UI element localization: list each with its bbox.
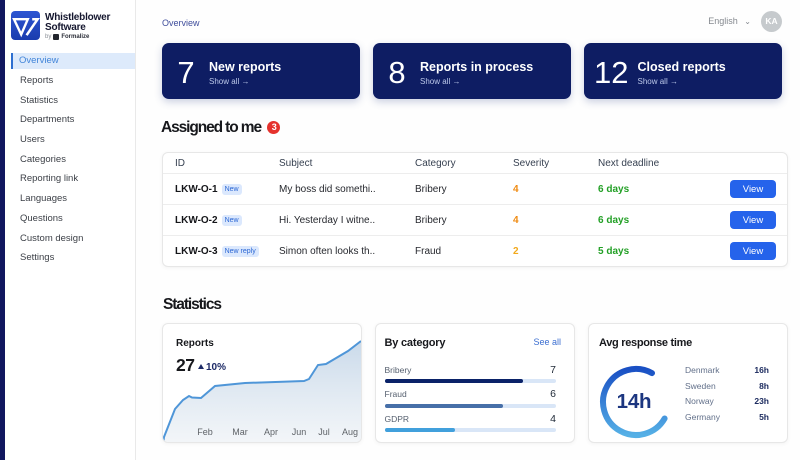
svg-text:Mar: Mar <box>232 427 248 437</box>
svg-text:Apr: Apr <box>264 427 278 437</box>
svg-text:Feb: Feb <box>197 427 213 437</box>
svg-text:Aug: Aug <box>342 427 358 437</box>
svg-text:Jun: Jun <box>292 427 307 437</box>
svg-text:Jul: Jul <box>318 427 330 437</box>
